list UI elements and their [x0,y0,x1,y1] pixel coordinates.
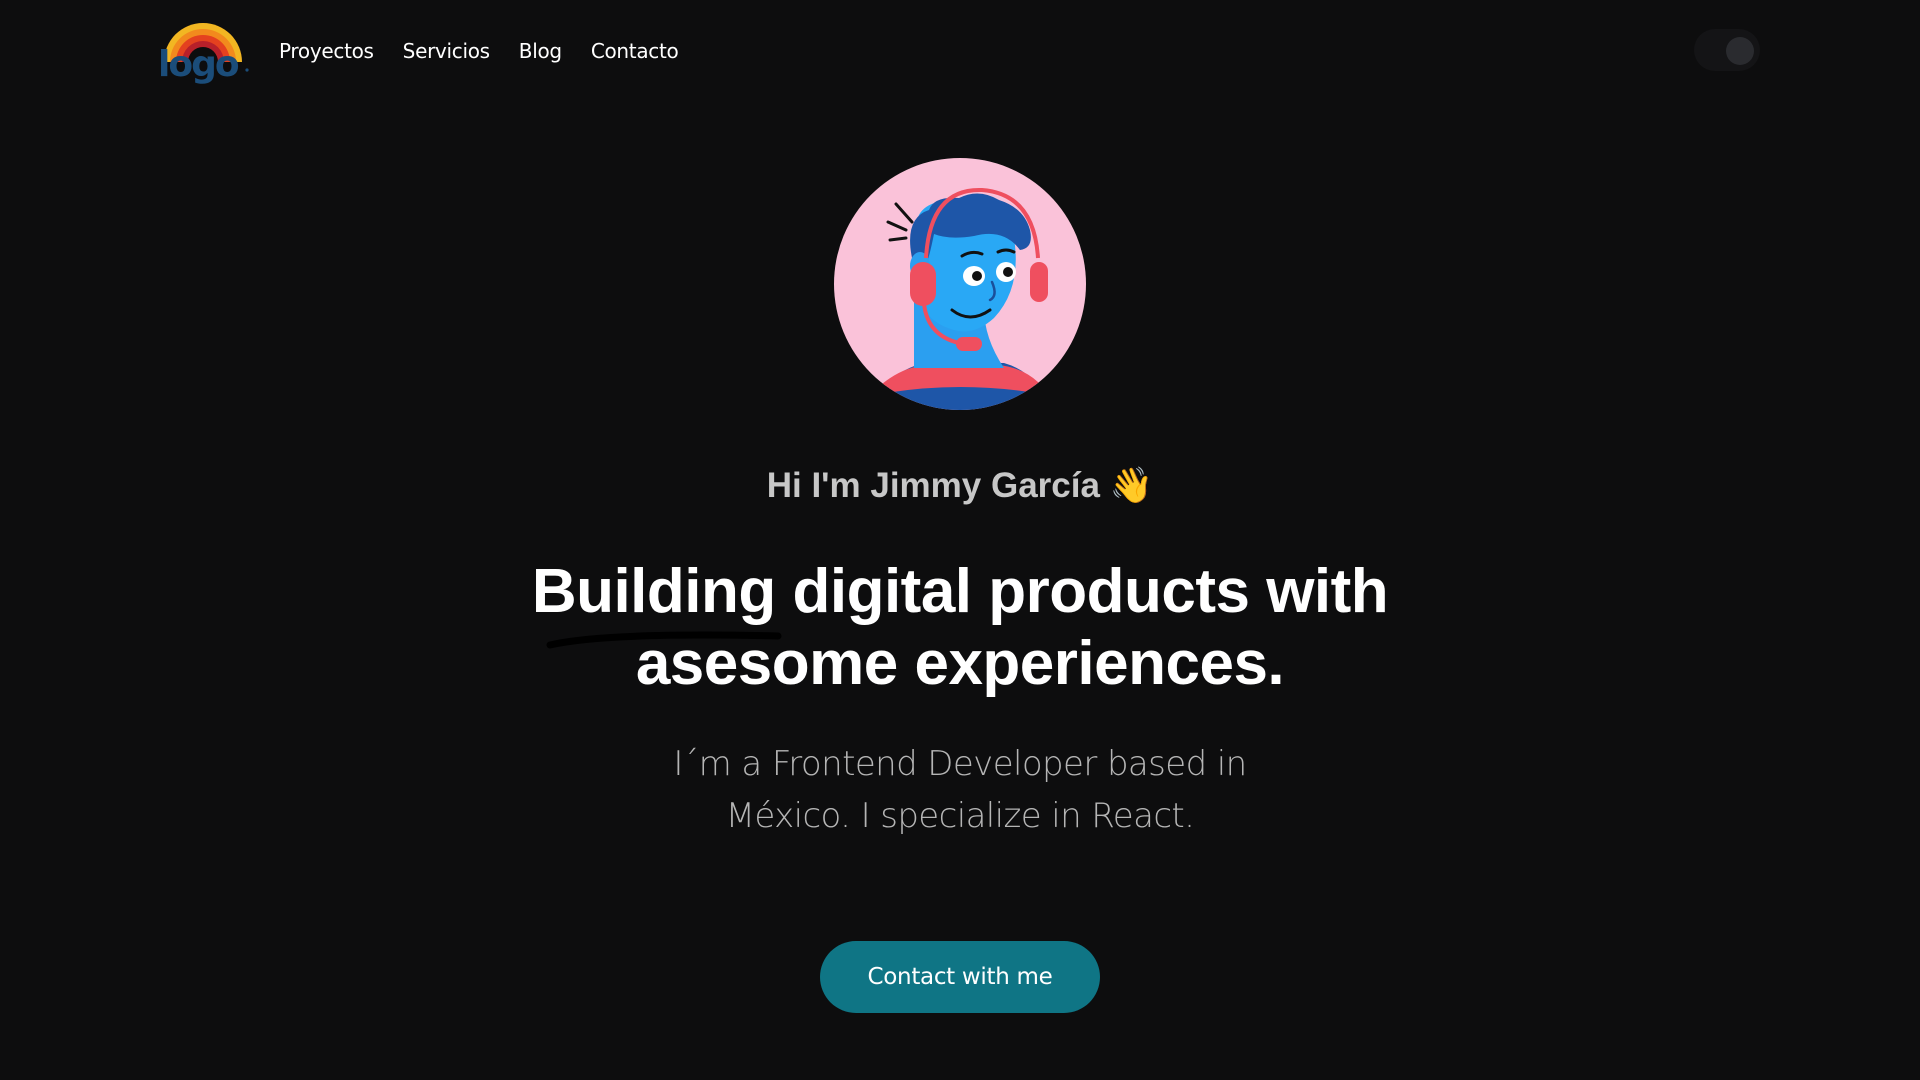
hero-headline: Building digital products with asesome e… [0,556,1920,700]
nav-link-servicios[interactable]: Servicios [403,36,490,66]
page: logo Proyectos Servicios Blog Contacto H… [0,0,1920,1080]
brush-underline [546,631,782,649]
theme-toggle[interactable] [1694,29,1760,71]
headline-line-1: Building digital products with [531,557,1389,626]
svg-text:logo: logo [158,44,239,85]
logo-icon: logo [158,23,249,85]
contact-button[interactable]: Contact with me [820,941,1100,1013]
hero-subtitle: I´m a Frontend Developer based in México… [660,738,1260,842]
main-nav: Proyectos Servicios Blog Contacto [279,36,679,66]
nav-link-contacto[interactable]: Contacto [591,36,679,66]
greeting: Hi I'm Jimmy García 👋 [0,462,1920,510]
site-header: logo Proyectos Servicios Blog Contacto [0,0,1920,100]
nav-link-proyectos[interactable]: Proyectos [279,36,374,66]
toggle-knob [1726,37,1754,65]
avatar [834,158,1086,410]
subtitle-line-1: I´m a Frontend Developer based in [673,744,1247,784]
developer-avatar-icon [834,158,1086,410]
site-logo[interactable]: logo [156,14,250,86]
waving-hand-icon: 👋 [1109,466,1154,505]
subtitle-line-2: México. I specialize in React. [725,796,1195,836]
greeting-text: Hi I'm Jimmy García [766,466,1100,505]
nav-link-blog[interactable]: Blog [519,36,562,66]
